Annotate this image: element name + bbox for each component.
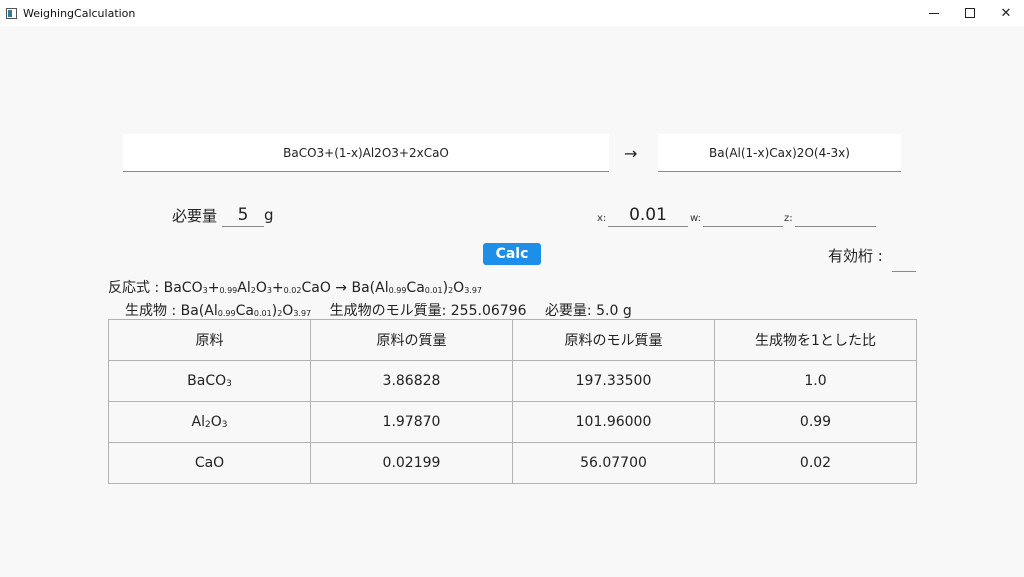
cell-material: CaO	[108, 442, 311, 484]
cell-mass: 3.86828	[310, 360, 513, 402]
z-input[interactable]	[795, 205, 876, 227]
reactants-input[interactable]: BaCO3+(1-x)Al2O3+2xCaO	[123, 134, 609, 172]
header-molar-mass: 原料のモル質量	[512, 319, 715, 361]
cell-mass: 1.97870	[310, 401, 513, 443]
table-row: BaCO3 3.86828 197.33500 1.0	[108, 360, 917, 402]
arrow-right-icon: →	[624, 144, 638, 163]
amount-unit: g	[264, 206, 274, 224]
molar-mass-label: 生成物のモル質量:	[329, 303, 451, 319]
results-table: 原料 原料の質量 原料のモル質量 生成物を1とした比 BaCO3 3.86828…	[108, 319, 917, 484]
cell-ratio: 0.99	[714, 401, 917, 443]
window-controls: ✕	[916, 0, 1024, 26]
product-input[interactable]: Ba(Al(1-x)Cax)2O(4-3x)	[658, 134, 901, 172]
amount-label: 必要量	[172, 207, 218, 225]
molar-mass-value: 255.06796	[450, 303, 527, 319]
close-icon: ✕	[1000, 5, 1012, 21]
amount-input[interactable]: 5	[222, 205, 264, 227]
table-header-row: 原料 原料の質量 原料のモル質量 生成物を1とした比	[108, 319, 917, 361]
product-summary: 生成物 : Ba(Al0.99Ca0.01)2O3.97 生成物のモル質量: 2…	[125, 303, 632, 319]
w-input[interactable]	[703, 205, 783, 227]
required-amount-value: 5.0 g	[596, 303, 632, 319]
product-prefix: 生成物 :	[125, 303, 181, 319]
z-label: z:	[784, 213, 793, 224]
cell-material: Al2O3	[108, 401, 311, 443]
reaction-prefix: 反応式 :	[108, 280, 164, 296]
minimize-button[interactable]	[916, 0, 952, 26]
window-title: WeighingCalculation	[23, 6, 136, 20]
app-icon	[6, 7, 17, 19]
sigfig-label: 有効桁 :	[828, 247, 883, 265]
cell-ratio: 1.0	[714, 360, 917, 402]
cell-molar-mass: 101.96000	[512, 401, 715, 443]
table-row: CaO 0.02199 56.07700 0.02	[108, 442, 917, 484]
x-label: x:	[597, 213, 607, 224]
app-window: WeighingCalculation ✕ BaCO3+(1-x)Al2O3+2…	[0, 0, 1024, 577]
cell-mass: 0.02199	[310, 442, 513, 484]
maximize-icon	[965, 8, 975, 18]
required-amount-label: 必要量:	[544, 303, 597, 319]
x-input[interactable]: 0.01	[608, 205, 688, 227]
table-row: Al2O3 1.97870 101.96000 0.99	[108, 401, 917, 443]
header-ratio: 生成物を1とした比	[714, 319, 917, 361]
header-mass: 原料の質量	[310, 319, 513, 361]
sigfig-input[interactable]	[892, 250, 916, 272]
cell-material: BaCO3	[108, 360, 311, 402]
close-button[interactable]: ✕	[988, 0, 1024, 26]
cell-ratio: 0.02	[714, 442, 917, 484]
cell-molar-mass: 56.07700	[512, 442, 715, 484]
maximize-button[interactable]	[952, 0, 988, 26]
reaction-equation: 反応式 : BaCO3+0.99Al2O3+0.02CaO → Ba(Al0.9…	[108, 280, 482, 296]
header-material: 原料	[108, 319, 311, 361]
calc-button[interactable]: Calc	[483, 243, 541, 265]
cell-molar-mass: 197.33500	[512, 360, 715, 402]
title-bar[interactable]: WeighingCalculation ✕	[0, 0, 1024, 26]
w-label: w:	[690, 213, 702, 224]
minimize-icon	[929, 12, 939, 14]
